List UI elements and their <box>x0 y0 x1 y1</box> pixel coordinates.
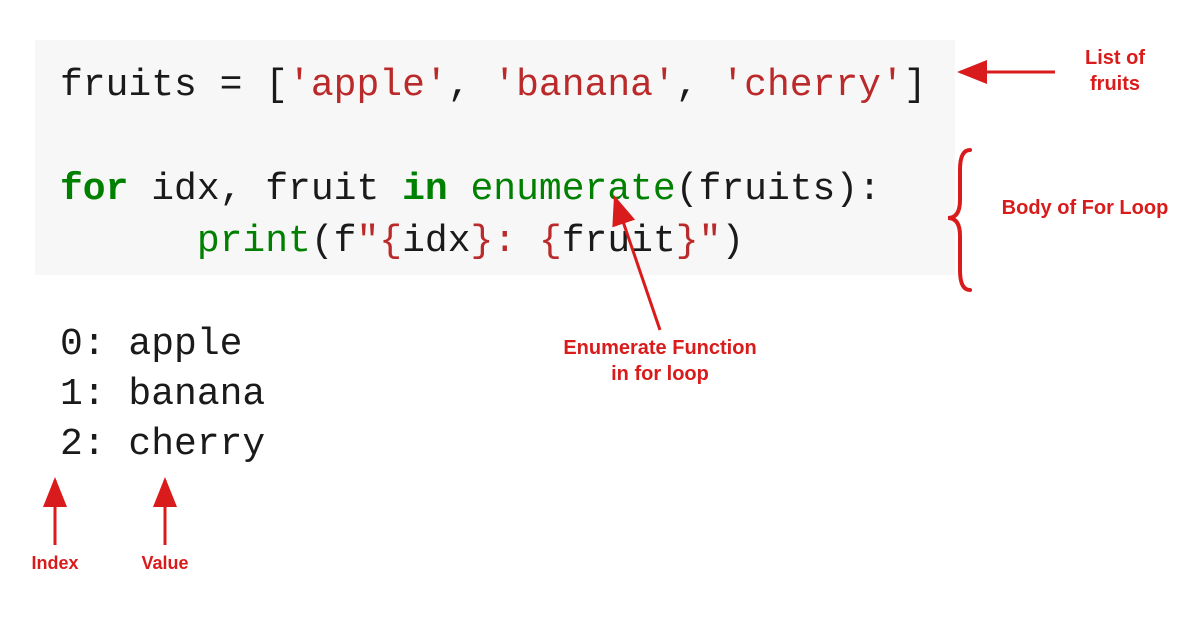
code-text: (f <box>311 220 357 263</box>
output-block: 0: apple 1: banana 2: cherry <box>60 320 265 470</box>
code-line-3: print(f"{idx}: {fruit}") <box>60 216 945 268</box>
string-literal: : <box>493 220 539 263</box>
code-blank-line <box>60 112 945 164</box>
output-line: 0: apple <box>60 320 265 370</box>
string-literal: 'banana' <box>493 64 675 107</box>
diagram-stage: fruits = ['apple', 'banana', 'cherry'] f… <box>0 0 1200 630</box>
output-line: 1: banana <box>60 370 265 420</box>
builtin-print: print <box>197 220 311 263</box>
output-line: 2: cherry <box>60 420 265 470</box>
code-text: ) <box>721 220 744 263</box>
code-text: , <box>448 64 494 107</box>
code-text <box>448 168 471 211</box>
annotation-enumerate: Enumerate Functionin for loop <box>530 335 790 387</box>
fstring-brace: { <box>379 220 402 263</box>
fstring-var: idx <box>402 220 470 263</box>
string-literal: 'cherry' <box>721 64 903 107</box>
code-line-1: fruits = ['apple', 'banana', 'cherry'] <box>60 60 945 112</box>
fstring-var: fruit <box>562 220 676 263</box>
annotation-value: Value <box>125 550 205 576</box>
annotation-body-of-loop: Body of For Loop <box>985 195 1185 221</box>
keyword-for: for <box>60 168 128 211</box>
string-literal: " <box>699 220 722 263</box>
fstring-brace: } <box>471 220 494 263</box>
keyword-in: in <box>402 168 448 211</box>
code-text: idx, fruit <box>128 168 402 211</box>
indent <box>60 220 197 263</box>
annotation-list-of-fruits: List offruits <box>1060 45 1170 97</box>
code-text: , <box>676 64 722 107</box>
string-literal: 'apple' <box>288 64 448 107</box>
code-text: ] <box>904 64 927 107</box>
code-block: fruits = ['apple', 'banana', 'cherry'] f… <box>35 40 955 275</box>
fstring-brace: { <box>539 220 562 263</box>
code-line-2: for idx, fruit in enumerate(fruits): <box>60 164 945 216</box>
code-text: fruits = [ <box>60 64 288 107</box>
builtin-enumerate: enumerate <box>471 168 676 211</box>
code-text: (fruits): <box>676 168 881 211</box>
string-literal: " <box>356 220 379 263</box>
annotation-index: Index <box>15 550 95 576</box>
fstring-brace: } <box>676 220 699 263</box>
